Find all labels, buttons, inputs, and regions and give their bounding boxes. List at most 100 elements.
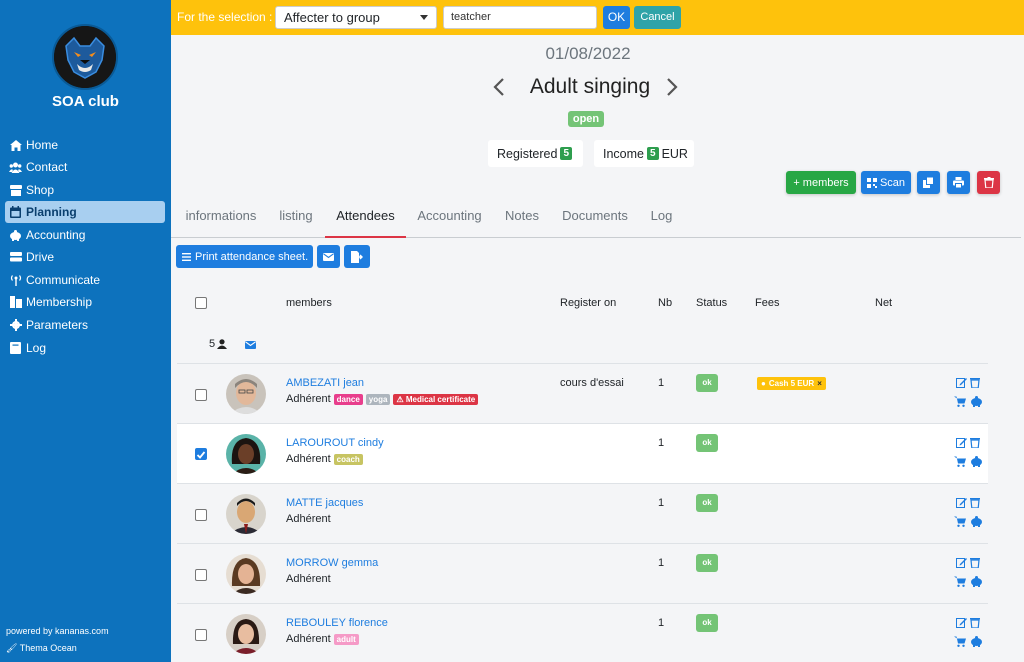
row-checkbox[interactable] — [195, 389, 207, 401]
sidebar-item-accounting[interactable]: Accounting — [5, 224, 165, 246]
table-row[interactable]: LAROUROUT cindy Adhérent coach 1 ok — [177, 423, 988, 483]
sidebar-item-label: Planning — [26, 205, 77, 219]
piggy-bank-icon — [9, 229, 22, 241]
member-name-link[interactable]: REBOULEY florence — [286, 617, 388, 629]
email-members-icon[interactable] — [245, 338, 256, 352]
sidebar-item-drive[interactable]: Drive — [5, 246, 165, 268]
member-name-link[interactable]: MORROW gemma — [286, 557, 378, 569]
print-attendance-sheet-button[interactable]: Print attendance sheet. — [176, 245, 313, 268]
edit-icon[interactable] — [956, 617, 967, 628]
trash-icon[interactable] — [970, 377, 980, 388]
book-icon — [9, 342, 22, 354]
remove-fee-icon[interactable]: × — [817, 379, 822, 388]
sidebar-item-shop[interactable]: Shop — [5, 179, 165, 201]
tab-log[interactable]: Log — [645, 200, 678, 238]
piggy-bank-icon[interactable] — [970, 396, 983, 407]
sidebar-item-communicate[interactable]: Communicate — [5, 269, 165, 291]
edit-icon[interactable] — [956, 497, 967, 508]
member-type: Adhérent coach — [286, 453, 363, 465]
table-row[interactable]: AMBEZATI jean Adhérent dance yoga ⚠ Medi… — [177, 363, 988, 423]
tab-accounting[interactable]: Accounting — [412, 200, 487, 238]
edit-icon[interactable] — [956, 377, 967, 388]
scan-button[interactable]: Scan — [861, 171, 911, 194]
group-input[interactable]: teatcher — [443, 6, 597, 29]
add-members-button[interactable]: + members — [786, 171, 856, 194]
event-date: 01/08/2022 — [545, 44, 631, 63]
column-header-fees[interactable]: Fees — [755, 297, 779, 309]
cart-icon[interactable] — [954, 516, 966, 527]
column-header-nb[interactable]: Nb — [658, 297, 672, 309]
nb-value: 1 — [658, 617, 665, 629]
cart-icon[interactable] — [954, 576, 966, 587]
print-button[interactable] — [947, 171, 970, 194]
row-checkbox[interactable] — [195, 509, 207, 521]
piggy-bank-icon[interactable] — [970, 636, 983, 647]
sidebar-item-planning[interactable]: Planning — [5, 201, 165, 223]
trash-icon[interactable] — [970, 617, 980, 628]
select-all-checkbox[interactable] — [195, 297, 207, 309]
tab-informations[interactable]: informations — [181, 200, 261, 238]
member-type: Adhérent dance yoga ⚠ Medical certificat… — [286, 393, 479, 405]
piggy-bank-icon[interactable] — [970, 456, 983, 467]
member-name-link[interactable]: AMBEZATI jean — [286, 377, 364, 389]
tag-badge: adult — [333, 633, 359, 645]
export-button[interactable] — [344, 245, 370, 268]
trash-icon[interactable] — [970, 557, 980, 568]
gear-icon — [9, 319, 22, 331]
tab-listing[interactable]: listing — [273, 200, 319, 238]
sidebar-item-label: Contact — [26, 160, 68, 174]
trash-icon[interactable] — [970, 437, 980, 448]
column-header-members[interactable]: members — [286, 297, 332, 309]
email-all-button[interactable] — [317, 245, 340, 268]
sidebar-item-parameters[interactable]: Parameters — [5, 314, 165, 336]
delete-button[interactable] — [977, 171, 1000, 194]
table-row[interactable]: REBOULEY florence Adhérent adult 1 ok — [177, 603, 988, 662]
table-row[interactable]: MORROW gemma Adhérent 1 ok — [177, 543, 988, 603]
cart-icon[interactable] — [954, 636, 966, 647]
sidebar-item-home[interactable]: Home — [5, 134, 165, 156]
selection-action-select[interactable]: Affecter to group — [275, 6, 437, 29]
copy-button[interactable] — [917, 171, 940, 194]
trash-icon[interactable] — [970, 497, 980, 508]
member-name-link[interactable]: MATTE jacques — [286, 497, 363, 509]
sidebar-item-membership[interactable]: Membership — [5, 291, 165, 313]
tab-documents[interactable]: Documents — [556, 200, 634, 238]
sidebar-item-contact[interactable]: Contact — [5, 156, 165, 178]
tag-badge: coach — [333, 453, 363, 465]
row-checkbox[interactable] — [195, 448, 207, 460]
income-value-badge: 5 — [647, 147, 659, 160]
ok-button[interactable]: OK — [603, 6, 630, 29]
edit-icon[interactable] — [956, 557, 967, 568]
nb-value: 1 — [658, 557, 665, 569]
tag-badge: yoga — [365, 393, 391, 405]
user-icon — [217, 339, 228, 349]
fee-badge: ● Cash 5 EUR × — [757, 377, 826, 390]
piggy-bank-icon[interactable] — [970, 576, 983, 587]
column-header-register-on[interactable]: Register on — [560, 297, 616, 309]
tab-notes[interactable]: Notes — [499, 200, 545, 238]
next-event-arrow[interactable] — [666, 78, 678, 99]
column-header-net[interactable]: Net — [875, 297, 892, 309]
theme-label[interactable]: 🖌︎ Thema Ocean — [6, 643, 77, 654]
row-actions — [954, 557, 984, 593]
column-header-status[interactable]: Status — [696, 297, 727, 309]
sidebar-item-label: Drive — [26, 250, 55, 264]
member-name-link[interactable]: LAROUROUT cindy — [286, 437, 384, 449]
member-type: Adhérent adult — [286, 633, 359, 645]
edit-icon[interactable] — [956, 437, 967, 448]
sidebar-item-label: Parameters — [26, 318, 89, 332]
piggy-bank-icon[interactable] — [970, 516, 983, 527]
cart-icon[interactable] — [954, 456, 966, 467]
tag-badge: dance — [333, 393, 363, 405]
club-logo[interactable] — [52, 24, 118, 90]
tab-attendees[interactable]: Attendees — [325, 200, 406, 238]
cart-icon[interactable] — [954, 396, 966, 407]
envelope-icon — [323, 252, 334, 261]
row-checkbox[interactable] — [195, 569, 207, 581]
cancel-button[interactable]: Cancel — [634, 6, 681, 29]
sidebar-item-log[interactable]: Log — [5, 337, 165, 359]
qrcode-icon — [866, 177, 877, 188]
powered-by-link[interactable]: powered by kananas.com — [6, 626, 109, 636]
row-checkbox[interactable] — [195, 629, 207, 641]
table-row[interactable]: MATTE jacques Adhérent 1 ok — [177, 483, 988, 543]
